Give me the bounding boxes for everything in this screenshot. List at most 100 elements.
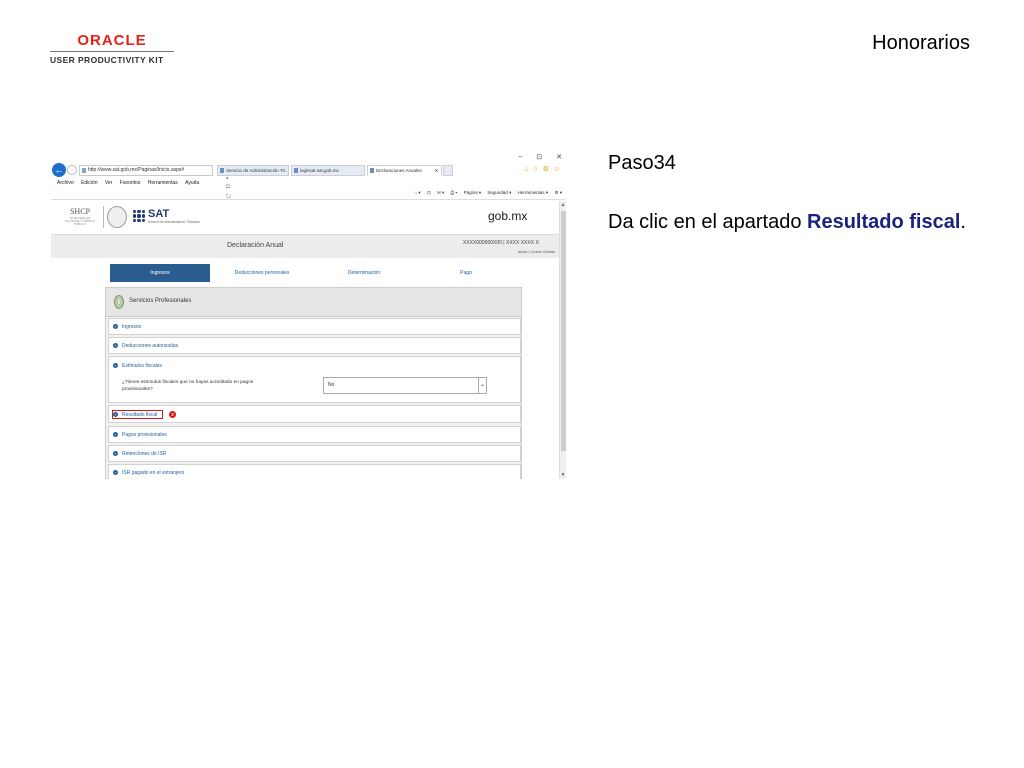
close-window-button[interactable]: ✕ — [556, 153, 562, 161]
expand-icon: + — [113, 363, 118, 368]
browser-nav-row: ← → http://www.sat.gob.mx/Paginas/Inicio… — [51, 163, 566, 200]
print-icon[interactable]: ⎙ ▾ — [451, 190, 458, 195]
address-url: http://www.sat.gob.mx/Paginas/Inicio.asp… — [88, 167, 185, 173]
section-pagos-provisionales[interactable]: + Pagos provisionales — [108, 426, 521, 443]
instruction-prefix: Da clic en el apartado — [608, 211, 808, 233]
sat-wordmark: SAT — [148, 208, 170, 220]
scroll-down-icon[interactable]: ▼ — [560, 472, 566, 478]
page-favicon — [82, 168, 86, 173]
tab-ingresos[interactable]: Ingresos — [110, 264, 210, 282]
section-retenciones-isr[interactable]: + Retenciones de ISR — [108, 445, 521, 462]
restore-button[interactable]: ⊡ — [536, 153, 542, 161]
cmd-help-icon[interactable]: ⚙ ▾ — [554, 190, 562, 195]
browser-tab-label: loginsat.sat.gob.mx — [300, 168, 339, 173]
estimulos-select[interactable]: No ⌄ — [323, 377, 487, 394]
tab-favicon — [370, 168, 374, 173]
tab-close-icon[interactable]: X — [435, 166, 438, 175]
cmd-pagina[interactable]: Página ▾ — [464, 190, 482, 195]
menu-archivo[interactable]: Archivo — [57, 180, 74, 186]
section-label: ISR pagado en el extranjero — [122, 470, 185, 476]
menu-favoritos[interactable]: Favoritos — [120, 180, 141, 186]
sat-dots-icon — [133, 210, 145, 222]
select-value: No — [328, 382, 335, 388]
new-tab-button[interactable] — [443, 165, 453, 176]
step-badge: 2 — [169, 411, 176, 418]
sat-subtitle: Servicio de Administración Tributaria — [148, 220, 200, 224]
declaration-tabs: Ingresos Deducciones personales Determin… — [110, 264, 520, 282]
menu-edicion[interactable]: Edición — [81, 180, 97, 186]
expand-icon: + — [113, 451, 118, 456]
menu-ayuda[interactable]: Ayuda — [185, 180, 199, 186]
browser-tab-login[interactable]: loginsat.sat.gob.mx — [291, 165, 365, 176]
cmd-seguridad[interactable]: Seguridad ▾ — [487, 190, 511, 195]
window-titlebar: – ⊡ ✕ — [51, 152, 566, 162]
expand-icon: + — [113, 343, 118, 348]
scroll-up-icon[interactable]: ▲ — [560, 202, 566, 208]
logo-divider — [50, 51, 174, 52]
panel-title: Servicios Profesionales — [129, 298, 192, 304]
shcp-wordmark: SHCP — [69, 207, 90, 216]
expand-icon: + — [113, 412, 118, 417]
home-icon[interactable]: ⌂ ▾ — [414, 190, 420, 195]
national-seal-icon — [107, 206, 127, 228]
tab-determinacion[interactable]: Determinación — [314, 264, 414, 282]
upk-wordmark: USER PRODUCTIVITY KIT — [50, 55, 164, 65]
page-scrollbar[interactable]: ▲ ▼ — [559, 201, 566, 479]
address-bar[interactable]: http://www.sat.gob.mx/Paginas/Inicio.asp… — [79, 165, 231, 200]
browser-tab-declaraciones[interactable]: Declaraciones Anuales X — [367, 165, 442, 176]
menu-herramientas[interactable]: Herramientas — [148, 180, 178, 186]
oracle-wordmark: ORACLE — [77, 32, 147, 49]
instruction-suffix: . — [960, 211, 966, 233]
sat-logo: SAT Servicio de Administración Tributari… — [133, 208, 213, 227]
shcp-subtitle: SECRETARÍA DE HACIENDA Y CRÉDITO PÚBLICO — [65, 217, 95, 226]
section-isr-extranjero[interactable]: + ISR pagado en el extranjero — [108, 464, 521, 479]
section-label: Deducciones autorizadas — [122, 343, 179, 349]
menu-bar: Archivo Edición Ver Favoritos Herramient… — [51, 179, 566, 188]
step-instruction: Da clic en el apartado Resultado fiscal. — [608, 211, 966, 234]
home-favorites-settings-icons[interactable]: ⌂☆⚙☺ — [524, 165, 564, 173]
declaration-bar: Declaración Anual XXXX000000X00 | XXXX X… — [51, 234, 559, 258]
section-resultado-fiscal[interactable]: + Resultado fiscal 2 — [108, 405, 521, 423]
forward-arrow-icon[interactable]: → — [67, 165, 77, 175]
instruction-target: Resultado fiscal — [807, 211, 961, 233]
back-arrow-icon[interactable]: ← — [52, 163, 66, 177]
tab-pago[interactable]: Pago — [416, 264, 516, 282]
feeds-icon[interactable]: ⊡ — [427, 190, 431, 195]
tab-favicon — [220, 168, 224, 173]
window-controls: – ⊡ ✕ — [518, 153, 562, 161]
session-links[interactable]: Inicio | Cerrar Sesión — [518, 249, 555, 254]
oracle-upk-logo: ORACLE USER PRODUCTIVITY KIT — [50, 32, 174, 66]
scroll-thumb[interactable] — [561, 211, 566, 451]
header-divider — [103, 206, 104, 228]
browser-tab-label: Servicio de Administración Tri... — [226, 168, 289, 173]
mail-icon[interactable]: ✉ ▾ — [437, 190, 444, 195]
section-label: Estímulos fiscales — [122, 363, 163, 369]
command-bar-items: ⌂ ▾ ⊡ ✉ ▾ ⎙ ▾ Página ▾ Seguridad ▾ Herra… — [409, 190, 562, 196]
estimulos-question: ¿Tienes estímulos fiscales que no hayas … — [122, 380, 254, 392]
section-label: Ingresos — [122, 324, 142, 330]
menu-ver[interactable]: Ver — [105, 180, 113, 186]
gobmx-logo: gob.mx — [488, 209, 528, 223]
expand-icon: + — [113, 470, 118, 475]
section-label: Resultado fiscal — [122, 412, 158, 418]
browser-tab-label: Declaraciones Anuales — [376, 168, 422, 173]
browser-screenshot: – ⊡ ✕ ← → http://www.sat.gob.mx/Paginas/… — [51, 152, 566, 479]
cmd-herramientas[interactable]: Herramientas ▾ — [518, 190, 549, 195]
chevron-down-icon[interactable]: ⌄ — [478, 378, 486, 393]
declaration-title: Declaración Anual — [227, 242, 284, 249]
minimize-button[interactable]: – — [518, 153, 522, 161]
taxpayer-rfc: XXXX000000X00 | XXXX XXXX X — [463, 240, 539, 246]
panel-header: i Servicios Profesionales — [106, 288, 521, 317]
section-label: Retenciones de ISR — [122, 451, 167, 457]
expand-icon: + — [113, 324, 118, 329]
tab-deducciones-personales[interactable]: Deducciones personales — [212, 264, 312, 282]
step-title: Paso34 — [608, 152, 676, 174]
section-label: Pagos provisionales — [122, 432, 167, 438]
browser-tab-sat[interactable]: Servicio de Administración Tri... — [217, 165, 289, 176]
section-deducciones-autorizadas[interactable]: + Deducciones autorizadas — [108, 337, 521, 354]
section-estimulos-fiscales[interactable]: + Estímulos fiscales ¿Tienes estímulos f… — [108, 356, 521, 403]
person-info-icon: i — [114, 295, 124, 309]
tab-favicon — [294, 168, 298, 173]
section-ingresos[interactable]: + Ingresos — [108, 318, 521, 335]
site-header: SHCP SECRETARÍA DE HACIENDA Y CRÉDITO PÚ… — [51, 201, 559, 234]
